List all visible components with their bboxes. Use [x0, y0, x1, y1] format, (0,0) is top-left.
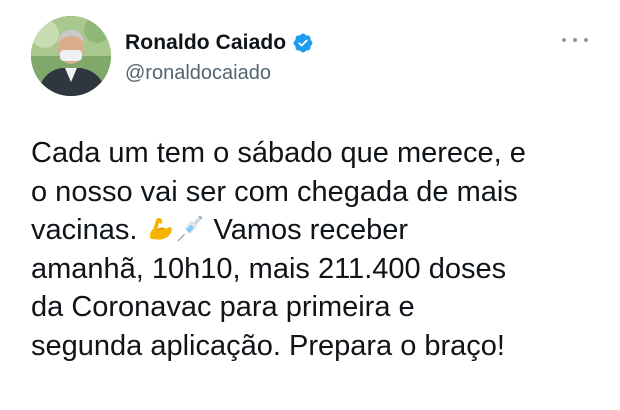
tweet-line: amanhã, 10h10, mais 211.400 doses: [31, 252, 507, 285]
author-header: Ronaldo Caiado: [125, 30, 314, 56]
verified-badge-icon: [292, 32, 314, 54]
tweet-line: o nosso vai ser com chegada de mais: [31, 175, 518, 208]
tweet-line: Cada um tem o sábado que merece, e: [31, 137, 526, 169]
dot-icon: [562, 38, 566, 42]
flexed-biceps-emoji-icon: [145, 213, 175, 243]
author-name[interactable]: Ronaldo Caiado: [125, 31, 286, 55]
syringe-emoji-icon: [175, 213, 205, 243]
author-handle[interactable]: @ronaldocaiado: [125, 62, 271, 85]
dot-icon: [584, 38, 588, 42]
tweet-text-fragment: Vamos receber: [213, 214, 409, 246]
tweet-line: da Coronavac para primeira e: [31, 291, 415, 323]
tweet-card: Ronaldo Caiado @ronaldocaiado Cada um te…: [0, 0, 620, 410]
tweet-line: segunda aplicação. Prepara o braço!: [31, 329, 505, 362]
tweet-text: Cada um tem o sábado que merece, e o nos…: [31, 134, 606, 365]
tweet-line: vacinas. Vamos receber: [31, 211, 606, 250]
avatar-photo: [31, 16, 111, 96]
tweet-text-fragment: vacinas.: [31, 214, 138, 246]
dot-icon: [573, 38, 577, 42]
more-options-icon[interactable]: [562, 30, 588, 50]
avatar[interactable]: [31, 16, 111, 96]
